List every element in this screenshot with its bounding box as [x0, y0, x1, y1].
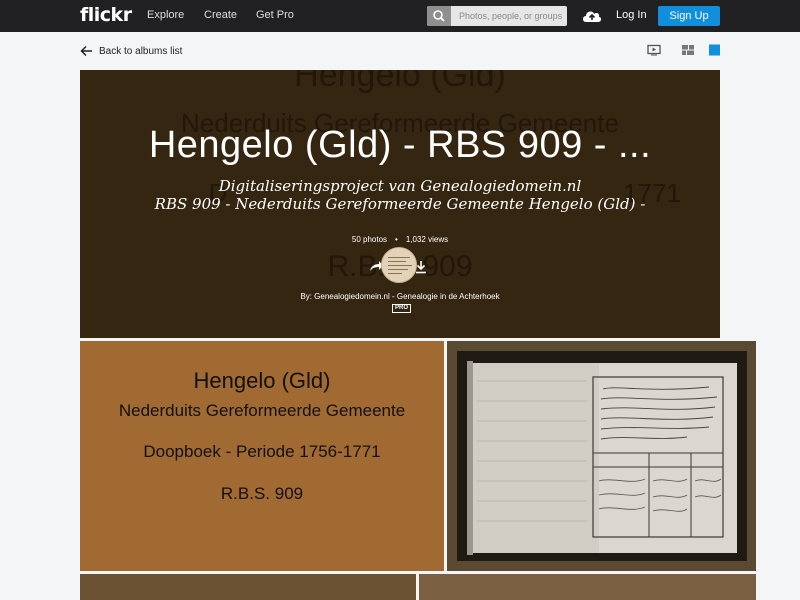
- album-hero: Hengelo (Gld) Nederduits Gereformeerde G…: [80, 70, 720, 338]
- view-count: 1,032 views: [405, 235, 449, 244]
- search-icon: [433, 10, 445, 22]
- back-to-albums-link[interactable]: Back to albums list: [80, 43, 182, 59]
- justified-view-icon[interactable]: [708, 44, 722, 56]
- photo-1-line-4: R.B.S. 909: [220, 484, 304, 503]
- nav-get-pro[interactable]: Get Pro: [256, 9, 294, 21]
- photo-count: 50 photos: [351, 235, 388, 244]
- nav-explore[interactable]: Explore: [147, 9, 184, 21]
- search-input[interactable]: [451, 6, 567, 26]
- album-stats: 50 photos • 1,032 views: [351, 235, 449, 244]
- photo-tile-4[interactable]: [419, 574, 756, 600]
- login-link[interactable]: Log In: [616, 9, 647, 21]
- photo-1-line-1: Hengelo (Gld): [193, 368, 331, 393]
- owner-avatar[interactable]: [381, 247, 417, 283]
- grid-view-icon[interactable]: [681, 44, 695, 56]
- download-icon[interactable]: [414, 260, 428, 274]
- slideshow-icon[interactable]: [647, 44, 661, 56]
- photo-1-line-3: Doopboek - Periode 1756-1771: [143, 442, 381, 461]
- photo-tile-2[interactable]: [447, 341, 756, 571]
- back-label: Back to albums list: [99, 45, 183, 57]
- cloud-upload-icon: [583, 11, 602, 22]
- upload-button[interactable]: [581, 7, 603, 25]
- photo-tile-3[interactable]: [80, 574, 416, 600]
- album-owner[interactable]: By: Genealogiedomein.nl - Genealogie in …: [80, 292, 720, 301]
- pro-badge: PRO: [392, 304, 412, 313]
- nav-create[interactable]: Create: [204, 9, 237, 21]
- top-nav: flickr Explore Create Get Pro Log In Sig…: [0, 0, 800, 32]
- photo-1-line-2: Nederduits Gereformeerde Gemeente: [118, 401, 406, 420]
- register-page-photo: [447, 341, 756, 571]
- album-description-line-1: Digitaliseringsproject van Genealogiedom…: [218, 177, 582, 195]
- signup-button[interactable]: Sign Up: [658, 6, 720, 26]
- search-button[interactable]: [427, 6, 451, 26]
- album-title: Hengelo (Gld) - RBS 909 - ...: [148, 124, 652, 166]
- flickr-logo[interactable]: flickr: [80, 4, 132, 26]
- arrow-left-icon: [80, 45, 92, 57]
- search-box: [427, 6, 567, 26]
- album-description-line-2: RBS 909 - Nederduits Gereformeerde Gemee…: [154, 195, 646, 213]
- photo-tile-1[interactable]: Hengelo (Gld) Nederduits Gereformeerde G…: [80, 341, 444, 571]
